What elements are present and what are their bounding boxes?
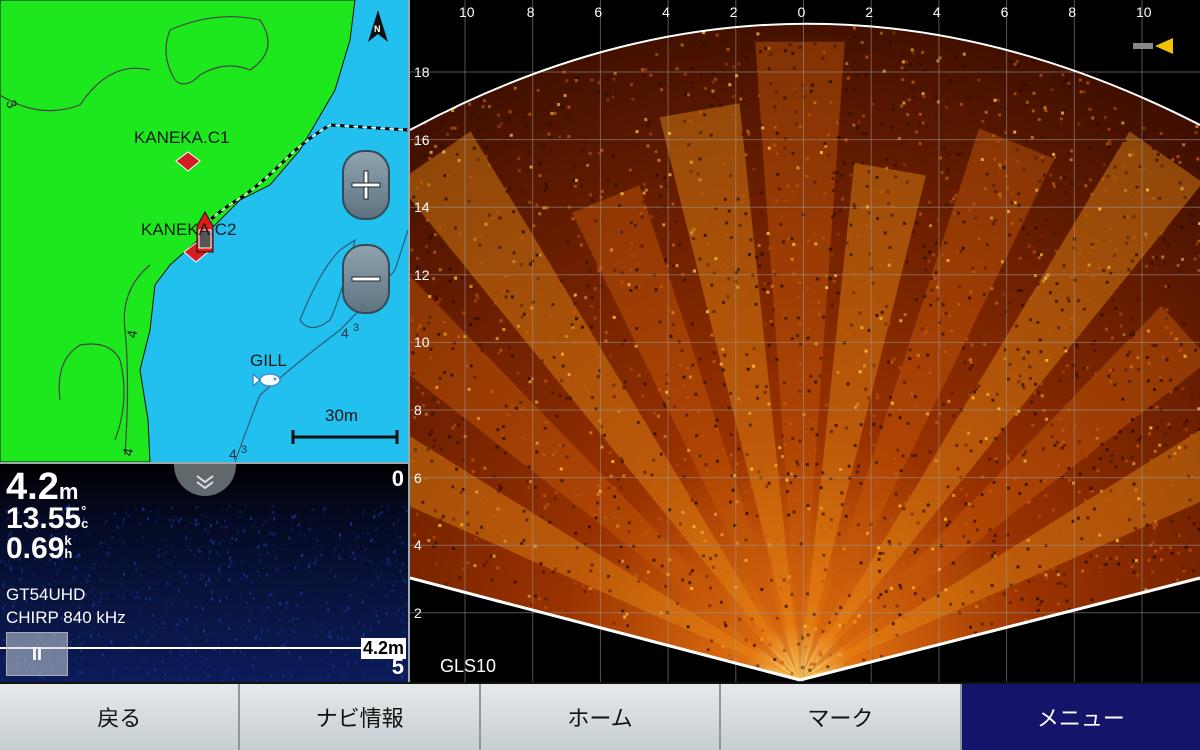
x-tick-label: 4 bbox=[932, 4, 941, 20]
softkey-bar: 戻る ナビ情報 ホーム マーク メニュー bbox=[0, 684, 1200, 750]
chevron-down-icon bbox=[196, 475, 214, 490]
nav-info-button[interactable]: ナビ情報 bbox=[240, 684, 481, 750]
y-tick-label: 16 bbox=[414, 131, 430, 148]
back-button[interactable]: 戻る bbox=[0, 684, 241, 750]
y-tick-label: 14 bbox=[414, 199, 430, 216]
depth-contour-label: 4 bbox=[341, 325, 349, 341]
x-tick-label: 10 bbox=[459, 4, 475, 20]
speed-value: 0.69 bbox=[6, 532, 65, 565]
y-tick-label: 18 bbox=[414, 64, 430, 80]
temperature-value: 13.55 bbox=[6, 502, 82, 535]
speed-readout: 0.69 k h bbox=[6, 534, 72, 564]
waypoint-label[interactable]: KANEKA.C1 bbox=[134, 128, 229, 148]
depth-readout: 4.2m bbox=[6, 468, 78, 506]
y-tick-label: 2 bbox=[414, 604, 422, 621]
north-label: N bbox=[374, 24, 381, 34]
y-tick-label: 6 bbox=[414, 469, 422, 486]
livesight-sonar-image bbox=[410, 0, 1200, 682]
home-button[interactable]: ホーム bbox=[480, 684, 722, 750]
temperature-unit-bottom: c bbox=[81, 516, 89, 531]
x-tick-label: 0 bbox=[797, 4, 806, 20]
pause-button[interactable]: II bbox=[6, 632, 68, 676]
x-tick-label: 6 bbox=[594, 4, 603, 20]
x-tick-label: 10 bbox=[1136, 4, 1152, 20]
temperature-readout: 13.55 ° c bbox=[6, 504, 88, 534]
sonar-pane[interactable]: 4.2m 13.55 ° c 0.69 k h GT54UHD CHIRP 840 kH… bbox=[0, 464, 410, 682]
zoom-in-button[interactable] bbox=[342, 150, 390, 220]
transducer-label: GT54UHD bbox=[6, 585, 86, 604]
y-tick-label: 8 bbox=[414, 402, 422, 418]
pause-icon: II bbox=[31, 643, 42, 664]
depth-unit: m bbox=[58, 479, 79, 504]
livesight-label: GLS10 bbox=[440, 656, 497, 676]
x-tick-label: 2 bbox=[729, 4, 738, 20]
waypoint-label[interactable]: KANEKA.C2 bbox=[141, 220, 236, 240]
x-tick-label: 8 bbox=[1068, 4, 1077, 20]
mark-button[interactable]: マーク bbox=[721, 684, 962, 750]
livesight-pane[interactable]: 10 8 6 4 2 0 2 4 6 8 10 18 16 14 12 10 8 6 4 2 GLS10 bbox=[410, 0, 1200, 682]
menu-button[interactable]: メニュー bbox=[961, 684, 1200, 750]
plus-icon bbox=[351, 170, 381, 200]
minus-icon bbox=[351, 276, 381, 282]
y-tick-label: 12 bbox=[414, 266, 430, 283]
frequency-label: CHIRP 840 kHz bbox=[6, 608, 126, 627]
y-tick-label: 10 bbox=[414, 334, 430, 351]
waypoint-label[interactable]: GILL bbox=[250, 351, 287, 371]
range-top-label: 0 bbox=[391, 466, 404, 491]
x-tick-label: 4 bbox=[662, 4, 670, 20]
x-tick-label: 6 bbox=[1000, 4, 1009, 20]
depth-contour-label: 3 bbox=[241, 444, 248, 456]
depth-contour-label: 3 bbox=[353, 322, 360, 334]
x-tick-label: 2 bbox=[865, 4, 873, 20]
y-tick-label: 4 bbox=[414, 537, 422, 554]
x-tick-label: 8 bbox=[526, 4, 535, 20]
chart-pane[interactable]: KANEKA.C1 KANEKA.C2 GILL 3 4 4 4 3 4 3 N… bbox=[0, 0, 410, 464]
scale-label: 30m bbox=[325, 406, 359, 425]
zoom-out-button[interactable] bbox=[342, 244, 390, 314]
speed-unit-bottom: h bbox=[64, 546, 73, 561]
depth-line-tag: 4.2m bbox=[360, 638, 406, 659]
depth-contour-label: 4 bbox=[229, 446, 237, 462]
